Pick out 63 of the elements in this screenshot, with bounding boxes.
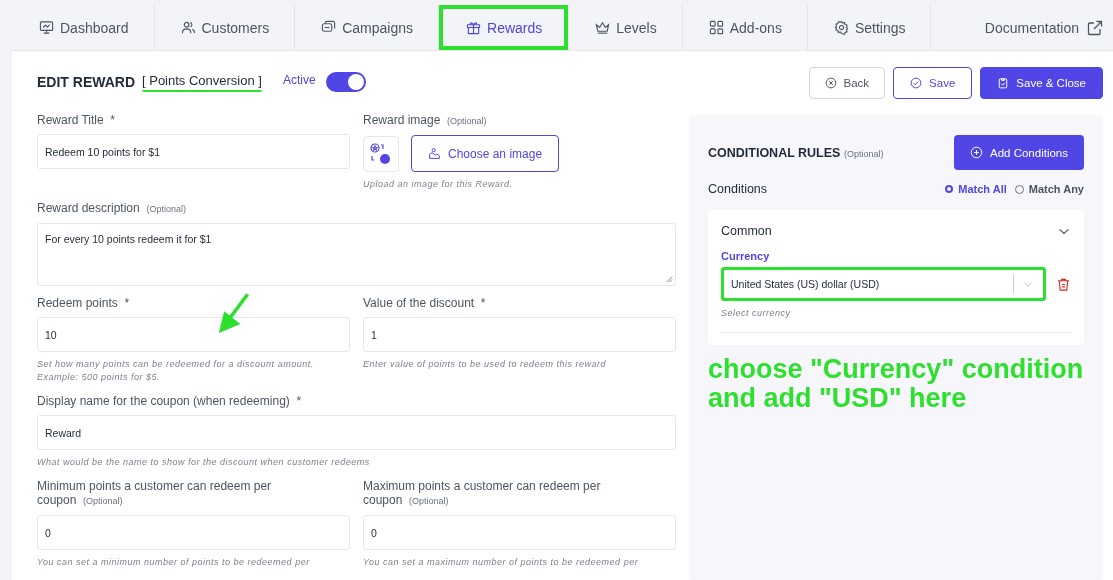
text-field[interactable]: Reward xyxy=(37,415,676,450)
reward-name: [ Points Conversion ] xyxy=(142,72,262,92)
gift-icon xyxy=(466,20,481,35)
resize-grip-icon xyxy=(664,274,673,283)
match-radio[interactable]: Match All xyxy=(945,183,1007,195)
annotation-note: choose "Currency" condition and add "USD" here xyxy=(708,355,1084,413)
group-title: Common xyxy=(721,224,772,238)
match-radio[interactable]: Match Any xyxy=(1014,183,1084,195)
active-toggle[interactable] xyxy=(325,72,366,92)
help-text: Set how many points can be redeemed for a discount amount. Example: 500 points for $5. xyxy=(37,358,315,384)
field-label: Redeem points * xyxy=(37,296,130,310)
field-label: Value of the discount * xyxy=(363,296,486,310)
field-label: Display name for the coupon (when redeeming) * xyxy=(37,394,302,408)
action-button[interactable]: Back xyxy=(808,67,886,99)
field-label: Reward Title * xyxy=(37,113,116,127)
help-text: Upload an image for this Reward. xyxy=(363,178,514,191)
users-icon xyxy=(180,20,196,35)
help-text: Select currency xyxy=(721,307,792,320)
nav-tab[interactable]: Campaigns xyxy=(295,5,438,50)
textarea-field[interactable]: For every 10 points redeem it for $1 xyxy=(37,223,676,286)
help-text: You can set a maximum number of points to be redeemed per xyxy=(363,556,640,569)
panel-title: CONDITIONAL RULES (Optional) xyxy=(708,145,884,160)
close-icon xyxy=(824,77,837,89)
nav-tab[interactable]: Rewards xyxy=(439,5,569,50)
field-label: Minimum points a customer can redeem per coupon (Optional) xyxy=(37,479,273,508)
check-icon xyxy=(910,77,923,89)
add-conditions-button[interactable]: Add Conditions xyxy=(954,135,1084,170)
action-button[interactable]: Save xyxy=(893,67,973,99)
documentation-link[interactable]: Documentation xyxy=(984,5,1113,50)
nav-tab[interactable]: Customers xyxy=(154,5,295,50)
text-field[interactable]: 0 xyxy=(363,515,676,550)
delete-icon[interactable] xyxy=(1056,276,1071,292)
external-link-icon xyxy=(1087,19,1103,36)
image-icon xyxy=(428,147,441,160)
chat-icon xyxy=(321,20,337,35)
reward-exchange-icon xyxy=(369,141,393,166)
action-button[interactable]: Save & Close xyxy=(980,67,1103,99)
text-field[interactable]: 0 xyxy=(37,515,350,550)
field-label: Reward description (Optional) xyxy=(37,201,186,216)
text-field[interactable]: 1 xyxy=(363,317,676,352)
help-text: What would be the name to show for the discount when customer redeems xyxy=(37,456,371,469)
nav-tab[interactable]: Dashboard xyxy=(12,5,154,50)
conditions-label: Conditions xyxy=(708,182,768,196)
field-label: Maximum points a customer can redeem per coupon (Optional) xyxy=(363,479,602,508)
monitor-icon xyxy=(39,20,54,35)
crown-icon xyxy=(595,20,611,35)
text-field[interactable]: Redeem 10 points for $1 xyxy=(37,134,350,169)
nav-tab[interactable]: Levels xyxy=(569,5,682,50)
currency-label: Currency xyxy=(721,250,771,262)
field-label: Reward image (Optional) xyxy=(363,113,487,128)
currency-select[interactable]: United States (US) dollar (USD) xyxy=(721,267,1046,301)
nav-tab[interactable]: Add-ons xyxy=(682,5,807,50)
page-title: EDIT REWARD xyxy=(37,74,135,90)
grid-icon xyxy=(708,20,724,35)
help-text: You can set a minimum number of points to be redeemed per xyxy=(37,556,311,569)
gear-icon xyxy=(833,20,849,35)
text-field[interactable]: 10 xyxy=(37,317,350,352)
choose-image-button[interactable]: Choose an image xyxy=(411,135,560,172)
clipboard-check-icon xyxy=(997,77,1010,89)
help-text: Enter value of points to be used to redeem this reward xyxy=(363,358,608,371)
nav-tab[interactable]: Settings xyxy=(807,5,931,50)
plus-icon xyxy=(970,146,983,159)
active-label: Active xyxy=(282,73,316,87)
